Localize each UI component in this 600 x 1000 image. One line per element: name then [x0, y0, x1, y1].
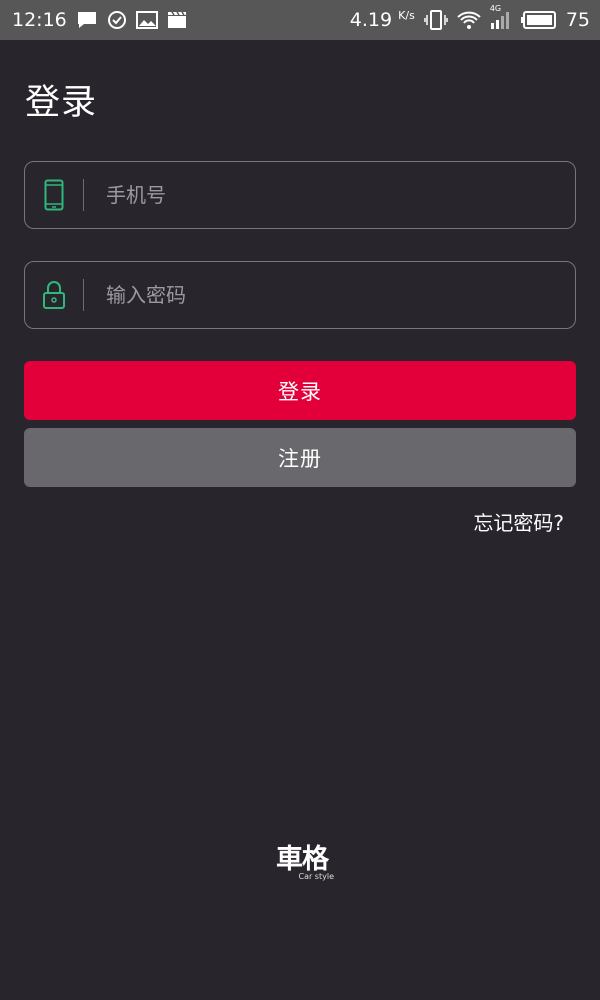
phone-field-divider	[83, 179, 84, 211]
phone-input[interactable]	[106, 183, 575, 207]
forgot-password-link[interactable]: 忘记密码?	[473, 507, 564, 536]
message-icon	[76, 10, 98, 30]
check-circle-icon	[107, 10, 127, 30]
register-button[interactable]: 注册	[24, 428, 576, 487]
battery-icon	[520, 10, 557, 30]
password-field[interactable]	[24, 261, 576, 329]
vibrate-icon	[424, 10, 448, 30]
status-bar-right: 4.19 K/s 4G 75	[349, 4, 590, 31]
brand-logo-text: 車格	[276, 844, 329, 875]
battery-level: 75	[565, 9, 590, 31]
phone-field[interactable]	[24, 161, 576, 229]
network-speed: 4.19 K/s	[349, 9, 415, 31]
page-title: 登录	[25, 83, 98, 123]
clapper-icon	[167, 11, 187, 29]
signal-icon: 4G	[490, 4, 512, 30]
password-input[interactable]	[106, 283, 575, 307]
lock-icon	[25, 280, 83, 310]
status-bar-left: 12:16	[12, 9, 187, 31]
phone-icon	[25, 179, 83, 211]
login-button[interactable]: 登录	[24, 361, 576, 420]
wifi-icon	[457, 10, 481, 30]
password-field-divider	[83, 279, 84, 311]
brand-logo: 車格 Car style	[270, 844, 334, 882]
image-icon	[135, 11, 158, 29]
status-time: 12:16	[12, 9, 67, 31]
status-bar: 12:16 4.19 K/s 4G 75	[0, 0, 600, 40]
